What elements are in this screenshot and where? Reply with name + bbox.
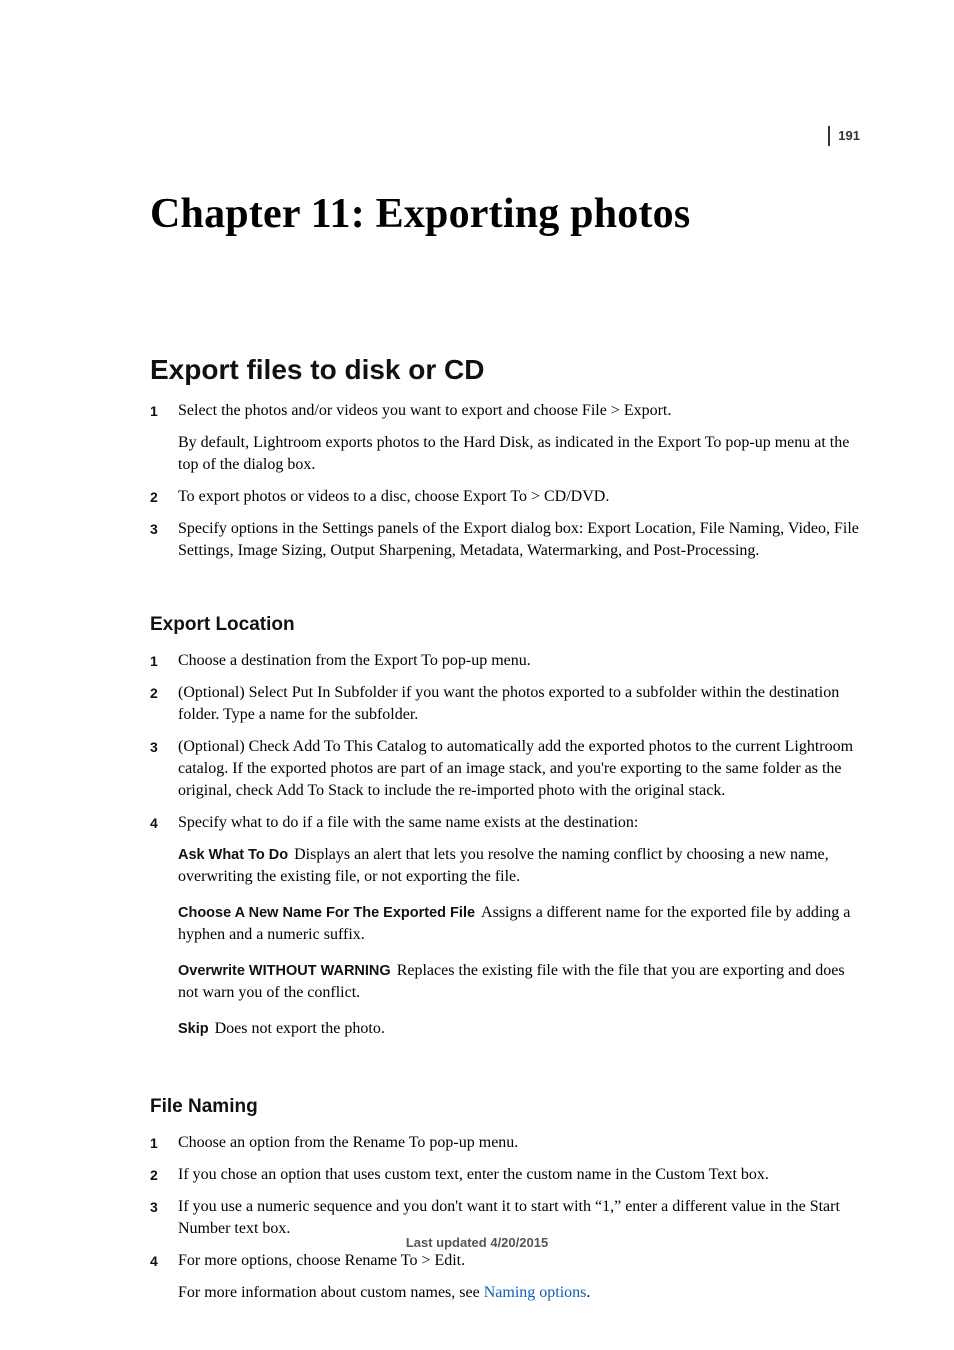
definition-term: Ask What To Do xyxy=(178,847,288,863)
step-text: For more information about custom names,… xyxy=(178,1282,864,1304)
step-text: To export photos or videos to a disc, ch… xyxy=(178,486,864,508)
step-number: 3 xyxy=(150,518,158,540)
list-item: 2 To export photos or videos to a disc, … xyxy=(150,486,864,518)
document-page: 191 Chapter 11: Exporting photos Export … xyxy=(0,0,954,1350)
subsection-title-export-location: Export Location xyxy=(150,572,864,636)
text-run: . xyxy=(586,1284,590,1301)
definition-item: Overwrite WITHOUT WARNINGReplaces the ex… xyxy=(178,960,864,1004)
list-item: 2 (Optional) Select Put In Subfolder if … xyxy=(150,682,864,736)
definitions: Ask What To DoDisplays an alert that let… xyxy=(150,844,864,1040)
step-text: Specify what to do if a file with the sa… xyxy=(178,812,864,834)
page-footer: Last updated 4/20/2015 xyxy=(0,1235,954,1250)
definition-item: Ask What To DoDisplays an alert that let… xyxy=(178,844,864,888)
export-location-steps: 1 Choose a destination from the Export T… xyxy=(150,636,864,844)
step-text: Choose an option from the Rename To pop-… xyxy=(178,1132,864,1154)
step-text: (Optional) Select Put In Subfolder if yo… xyxy=(178,682,864,726)
chapter-title: Chapter 11: Exporting photos xyxy=(150,0,864,238)
list-item: 2 If you chose an option that uses custo… xyxy=(150,1164,864,1196)
link-naming-options[interactable]: Naming options xyxy=(484,1284,587,1301)
step-number: 4 xyxy=(150,812,158,834)
step-number: 2 xyxy=(150,486,158,508)
step-text: Choose a destination from the Export To … xyxy=(178,650,864,672)
list-item: 3 Specify options in the Settings panels… xyxy=(150,518,864,572)
definition-term: Overwrite WITHOUT WARNING xyxy=(178,963,391,979)
step-number: 1 xyxy=(150,400,158,422)
section-steps: 1 Select the photos and/or videos you wa… xyxy=(150,386,864,572)
definition-desc: Does not export the photo. xyxy=(215,1020,385,1037)
step-text: Select the photos and/or videos you want… xyxy=(178,400,864,422)
list-item: 1 Choose an option from the Rename To po… xyxy=(150,1132,864,1164)
section-title: Export files to disk or CD xyxy=(150,238,864,386)
step-number: 1 xyxy=(150,650,158,672)
step-text: (Optional) Check Add To This Catalog to … xyxy=(178,736,864,802)
page-number: 191 xyxy=(828,126,860,146)
definition-item: Skip Does not export the photo. xyxy=(178,1018,864,1040)
step-text: Specify options in the Settings panels o… xyxy=(178,518,864,562)
list-item: 4 For more options, choose Rename To > E… xyxy=(150,1250,864,1314)
step-text: For more options, choose Rename To > Edi… xyxy=(178,1250,864,1272)
list-item: 3 (Optional) Check Add To This Catalog t… xyxy=(150,736,864,812)
step-number: 4 xyxy=(150,1250,158,1272)
step-text: If you use a numeric sequence and you do… xyxy=(178,1196,864,1240)
definition-item: Choose A New Name For The Exported FileA… xyxy=(178,902,864,946)
definition-term: Choose A New Name For The Exported File xyxy=(178,905,475,921)
step-number: 3 xyxy=(150,736,158,758)
list-item: 1 Select the photos and/or videos you wa… xyxy=(150,400,864,486)
definition-term: Skip xyxy=(178,1021,209,1037)
step-text: By default, Lightroom exports photos to … xyxy=(178,432,864,476)
step-number: 2 xyxy=(150,682,158,704)
step-text: If you chose an option that uses custom … xyxy=(178,1164,864,1186)
step-number: 1 xyxy=(150,1132,158,1154)
list-item: 1 Choose a destination from the Export T… xyxy=(150,650,864,682)
step-number: 2 xyxy=(150,1164,158,1186)
text-run: For more information about custom names,… xyxy=(178,1284,484,1301)
subsection-title-file-naming: File Naming xyxy=(150,1054,864,1118)
step-number: 3 xyxy=(150,1196,158,1218)
file-naming-steps: 1 Choose an option from the Rename To po… xyxy=(150,1118,864,1314)
list-item: 4 Specify what to do if a file with the … xyxy=(150,812,864,844)
